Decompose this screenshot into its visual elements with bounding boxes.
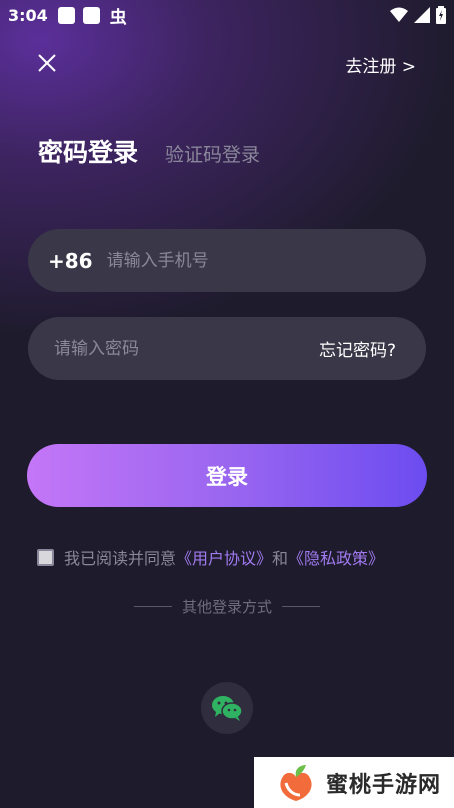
watermark-text: 蜜桃手游网	[326, 772, 442, 798]
signal-icon	[414, 7, 430, 23]
divider-line	[282, 606, 320, 607]
status-time: 3:04	[8, 5, 48, 25]
site-watermark: 蜜桃手游网	[254, 757, 454, 808]
notification-glyph: 虫	[109, 7, 127, 28]
phone-field[interactable]: +86	[28, 229, 426, 292]
close-button[interactable]	[34, 50, 60, 76]
peach-logo-icon	[280, 764, 312, 801]
forgot-password-link[interactable]: 忘记密码?	[319, 336, 396, 361]
country-code[interactable]: +86	[48, 249, 93, 273]
wechat-icon	[212, 696, 243, 721]
other-login-label: 其他登录方式	[181, 598, 272, 616]
other-login-divider: 其他登录方式	[0, 596, 454, 617]
phone-input[interactable]	[106, 250, 426, 271]
agreement-checkbox[interactable]	[37, 548, 54, 566]
agreement-row: 我已阅读并同意 《用户协议》 和 《隐私政策》	[37, 545, 384, 569]
wifi-icon	[390, 7, 408, 22]
password-input[interactable]	[54, 338, 319, 359]
notification-icon	[82, 6, 100, 24]
register-link[interactable]: 去注册 >	[345, 52, 416, 77]
wechat-login-button[interactable]	[201, 682, 253, 734]
agreement-prefix: 我已阅读并同意	[64, 549, 177, 568]
privacy-policy-link[interactable]: 《隐私政策》	[288, 545, 384, 569]
password-field[interactable]: 忘记密码?	[28, 317, 426, 380]
tab-code-login[interactable]: 验证码登录	[165, 140, 260, 167]
user-agreement-link[interactable]: 《用户协议》	[176, 545, 272, 569]
notification-icon	[57, 6, 75, 24]
battery-icon	[436, 6, 446, 24]
agreement-conjunction: 和	[272, 549, 289, 568]
status-bar: 3:04 虫	[0, 0, 454, 30]
tab-password-login[interactable]: 密码登录	[38, 133, 138, 169]
close-icon	[38, 54, 56, 72]
status-icons	[390, 6, 446, 24]
divider-line	[133, 606, 172, 607]
login-button[interactable]: 登录	[27, 444, 427, 507]
